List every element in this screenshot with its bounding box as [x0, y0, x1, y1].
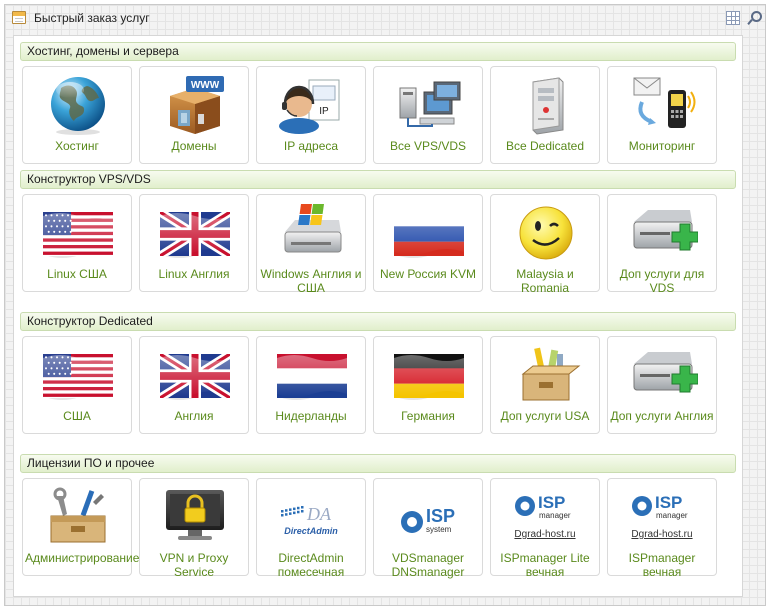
tile-label[interactable]: Доп услуги для VDS [610, 267, 714, 295]
toolbox-icon [43, 486, 113, 548]
germany-flag-icon [394, 344, 466, 406]
search-icon[interactable] [747, 11, 762, 25]
tile-label[interactable]: Linux США [25, 267, 129, 281]
logo-subtext: system [426, 525, 452, 534]
tile-label[interactable]: Мониторинг [610, 139, 714, 153]
tile-label[interactable]: Хостинг [25, 139, 129, 153]
service-tile[interactable]: Linux Англия [139, 194, 249, 292]
service-tile[interactable]: Доп услуги для VDS [607, 194, 717, 295]
grid-view-icon[interactable] [726, 11, 740, 25]
tile-label[interactable]: Malaysia и Romania [493, 267, 597, 295]
service-tile[interactable]: ISP manager Dgrad-host.ru ISPmanager Lite … [490, 478, 600, 579]
smiley-icon [511, 202, 581, 264]
service-tile[interactable]: IP IP адреса [256, 66, 366, 164]
russia-flag-icon [394, 202, 466, 264]
service-tile[interactable]: WWW Домены [139, 66, 249, 164]
tile-label[interactable]: Англия [142, 409, 246, 423]
tile-label[interactable]: New Россия KVM [376, 267, 480, 281]
tile-label[interactable]: Доп услуги Англия [610, 409, 714, 423]
service-tile[interactable]: Хостинг [22, 66, 132, 164]
service-tile[interactable]: New Россия KVM [373, 194, 483, 292]
tile-label[interactable]: Доп услуги USA [493, 409, 597, 423]
section-header: Лицензии ПО и прочее [20, 454, 736, 473]
usa-flag-icon [43, 202, 115, 264]
service-tile[interactable]: Мониторинг [607, 66, 717, 164]
tile-label[interactable]: Германия [376, 409, 480, 423]
logo-text: ISP [426, 506, 455, 526]
logo-text: DA [306, 504, 332, 524]
section-header: Конструктор VPS/VDS [20, 170, 736, 189]
ip-support-icon: IP [277, 74, 347, 136]
tile-label[interactable]: Windows Англия и США [259, 267, 363, 295]
service-tile[interactable]: США [22, 336, 132, 434]
logo-text: ISP [538, 493, 565, 512]
tile-label[interactable]: Нидерланды [259, 409, 363, 423]
phone-mail-icon [628, 74, 698, 136]
logo-subtext: DirectAdmin [284, 526, 338, 536]
services-panel: Хостинг, домены и сервера Хостинг WWW Дом… [13, 35, 743, 597]
service-tile[interactable]: Англия [139, 336, 249, 434]
tile-site-link[interactable]: Dgrad-host.ru [608, 529, 716, 540]
monitor-lock-icon [160, 486, 230, 548]
service-tile[interactable]: Windows Англия и США [256, 194, 366, 295]
service-tile[interactable]: Linux США [22, 194, 132, 292]
directadmin-logo-icon: DA DirectAdmin [277, 486, 347, 548]
svg-text:WWW: WWW [191, 80, 220, 91]
window-icon [12, 11, 26, 24]
tile-label[interactable]: ISPmanager Lite вечная [493, 551, 597, 579]
www-box-icon: WWW [160, 74, 230, 136]
service-tile[interactable]: Германия [373, 336, 483, 434]
logo-text: ISP [655, 493, 682, 512]
tile-site-link[interactable]: Dgrad-host.ru [491, 529, 599, 540]
service-tile[interactable]: Доп услуги USA [490, 336, 600, 434]
logo-subtext: manager [539, 511, 571, 520]
drive-plus-icon [628, 202, 699, 264]
section-header: Хостинг, домены и сервера [20, 42, 736, 61]
tools-box-icon [511, 344, 581, 406]
globe-icon [43, 74, 113, 136]
service-tile[interactable]: DA DirectAdmin DirectAdmin помесечная [256, 478, 366, 579]
usa-flag-icon [43, 344, 115, 406]
logo-subtext: manager [656, 511, 688, 520]
service-tile[interactable]: Нидерланды [256, 336, 366, 434]
tile-label[interactable]: IP адреса [259, 139, 363, 153]
server-tower-icon [511, 74, 581, 136]
tile-label[interactable]: США [25, 409, 129, 423]
isp-system-logo-icon: ISP system [394, 486, 464, 548]
svg-text:IP: IP [319, 106, 329, 117]
uk-flag-icon [160, 344, 232, 406]
computers-network-icon [394, 74, 464, 136]
tile-label[interactable]: Домены [142, 139, 246, 153]
service-tile[interactable]: Администрирование [22, 478, 139, 576]
tile-label[interactable]: VPN и Proxy Service [142, 551, 246, 579]
quick-order-window: Быстрый заказ услуг Хостинг, домены и се… [4, 4, 766, 606]
windows-drive-icon [277, 202, 347, 264]
tile-label[interactable]: Linux Англия [142, 267, 246, 281]
tile-label[interactable]: VDSmanager DNSmanager [376, 551, 480, 579]
service-tile[interactable]: ISP system VDSmanager DNSmanager [373, 478, 483, 579]
tile-label[interactable]: Все Dedicated [493, 139, 597, 153]
section-header: Конструктор Dedicated [20, 312, 736, 331]
netherlands-flag-icon [277, 344, 349, 406]
service-tile[interactable]: Все VPS/VDS [373, 66, 483, 164]
drive-plus-icon [628, 344, 699, 406]
uk-flag-icon [160, 202, 232, 264]
service-tile[interactable]: ISP manager Dgrad-host.ru ISPmanager вечна… [607, 478, 717, 579]
tile-label[interactable]: Администрирование [25, 551, 139, 565]
service-tile[interactable]: VPN и Proxy Service [139, 478, 249, 579]
window-titlebar: Быстрый заказ услуг [5, 5, 765, 31]
window-title: Быстрый заказ услуг [34, 11, 150, 25]
tile-label[interactable]: ISPmanager вечная [610, 551, 714, 579]
service-tile[interactable]: Malaysia и Romania [490, 194, 600, 295]
service-tile[interactable]: Все Dedicated [490, 66, 600, 164]
tile-label[interactable]: DirectAdmin помесечная [259, 551, 363, 579]
tile-label[interactable]: Все VPS/VDS [376, 139, 480, 153]
service-tile[interactable]: Доп услуги Англия [607, 336, 717, 434]
